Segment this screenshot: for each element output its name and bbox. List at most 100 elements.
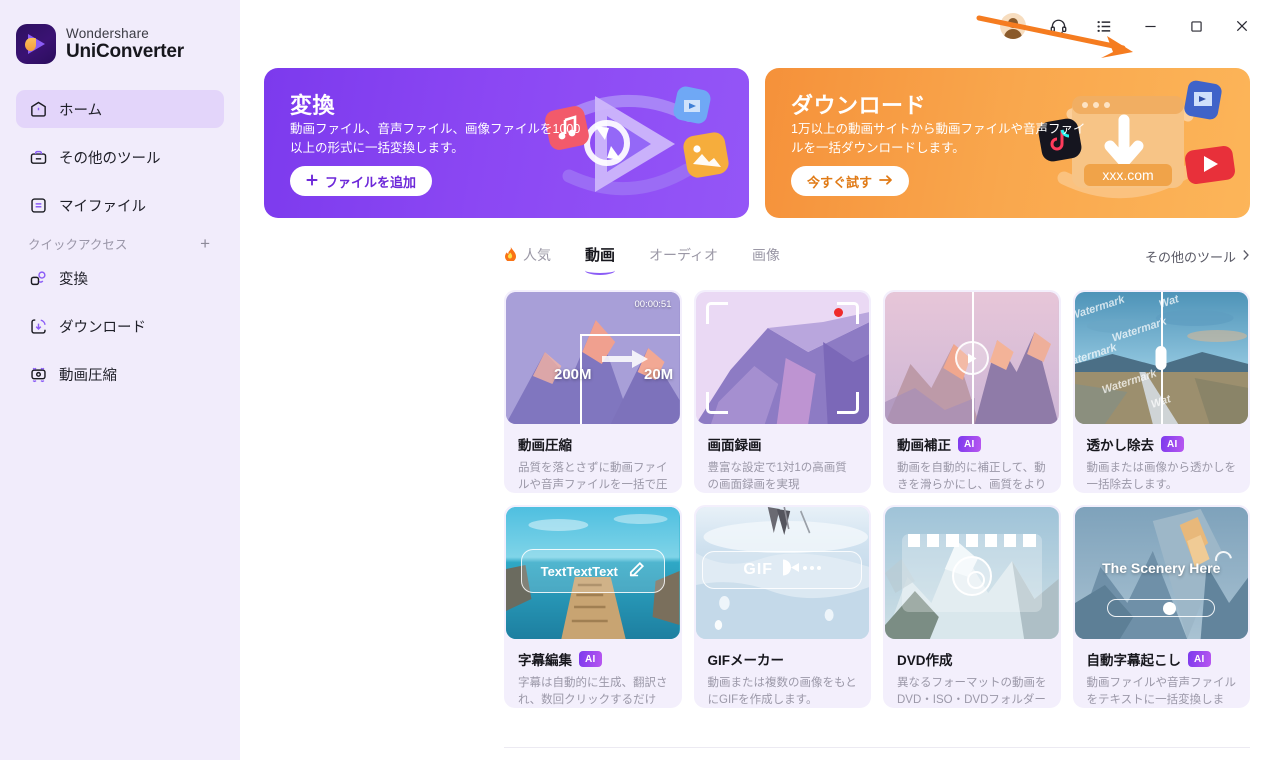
quick-access-add-button[interactable]: + — [200, 235, 210, 252]
tool-card-auto-transcribe[interactable]: The Scenery Here 自動字幕起こし AI 動画ファイルや音声ファイ… — [1072, 505, 1250, 708]
tool-card-video-enhance[interactable]: 動画補正 AI 動画を自動的に補正して、動きを滑らかにし、画質をより鮮明にします… — [883, 290, 1061, 493]
tool-desc: 動画を自動的に補正して、動きを滑らかにし、画質をより鮮明にします。 — [897, 462, 1047, 492]
svg-text:xxx.com: xxx.com — [1102, 167, 1153, 183]
tool-thumbnail — [695, 292, 869, 424]
progress-slider[interactable] — [1107, 599, 1216, 617]
banner-title: 変換 — [290, 93, 336, 118]
ai-badge: AI — [1161, 436, 1184, 452]
more-tools-label: その他のツール — [1144, 249, 1236, 265]
ai-badge: AI — [958, 436, 981, 452]
banner-desc: 1万以上の動画サイトから動画ファイルや音声ファイルを一括ダウンロードします。 — [791, 122, 1086, 156]
tab-popular[interactable]: 人気 — [504, 245, 551, 268]
tab-image[interactable]: 画像 — [752, 245, 780, 268]
tab-audio[interactable]: オーディオ — [649, 245, 718, 268]
sidebar: Wondershare UniConverter ホーム その他のツール マイフ… — [0, 0, 240, 760]
tool-thumbnail — [885, 507, 1059, 639]
tool-card-subtitle-edit[interactable]: TextTextText 字幕編集 AI 字幕は自動的に生成、翻訳され、数回クリ… — [504, 505, 682, 708]
tool-title: 自動字幕起こし AI — [1087, 649, 1237, 669]
try-now-label: 今すぐ試す — [807, 174, 873, 190]
bottom-divider — [504, 747, 1250, 748]
tool-title: 字幕編集 AI — [518, 649, 668, 669]
tools-grid: 00:00:51 200M 20M 動画圧縮 品質を落とさずに動画ファイルや音声… — [504, 290, 1250, 708]
minimize-icon[interactable] — [1136, 12, 1164, 40]
sidebar-item-label: その他のツール — [59, 150, 161, 167]
tool-desc: 動画ファイルや音声ファイルをテキストに一括変換します。 — [1086, 677, 1237, 707]
tool-title: 透かし除去 AI — [1087, 434, 1237, 454]
quick-access-title: クイックアクセス — [28, 238, 128, 252]
sidebar-item-label: ダウンロード — [59, 319, 146, 336]
try-now-button[interactable]: 今すぐ試す — [791, 166, 910, 196]
avatar[interactable] — [1000, 13, 1026, 39]
tool-thumbnail: 00:00:51 200M 20M — [506, 292, 680, 424]
arrow-right-icon — [879, 174, 893, 189]
tab-label: 動画 — [585, 247, 616, 264]
compress-arrow-icon — [602, 350, 648, 368]
size-after-label: 20M — [644, 366, 674, 383]
ai-badge: AI — [579, 651, 602, 667]
subtitle-text: TextTextText — [540, 563, 618, 579]
sidebar-item-compress[interactable]: 動画圧縮 — [16, 355, 224, 393]
ai-badge: AI — [1188, 651, 1211, 667]
tool-thumbnail: TextTextText — [506, 507, 680, 639]
download-icon — [28, 316, 48, 336]
caption-text: The Scenery Here — [1102, 559, 1221, 576]
tool-title: GIFメーカー — [707, 653, 785, 668]
category-tabs: 人気 動画 オーディオ 画像 その他のツール — [504, 236, 1250, 276]
file-list-icon — [28, 195, 48, 215]
tool-card-watermark-remove[interactable]: Watermark Watermark Watermark Watermark … — [1072, 290, 1250, 493]
brand-line1: Wondershare — [66, 25, 149, 41]
pacman-icon — [775, 559, 822, 581]
tool-card-compress[interactable]: 00:00:51 200M 20M 動画圧縮 品質を落とさずに動画ファイルや音声… — [504, 290, 682, 493]
sidebar-item-label: マイファイル — [59, 198, 146, 215]
sidebar-item-my-files[interactable]: マイファイル — [16, 186, 224, 224]
toolbox-icon — [28, 147, 48, 167]
titlebar — [240, 0, 1270, 52]
add-file-label: ファイルを追加 — [325, 174, 417, 190]
compress-icon — [28, 364, 48, 384]
subtitle-pill: TextTextText — [520, 549, 665, 593]
duration-badge: 00:00:51 — [634, 299, 672, 310]
more-tools-link[interactable]: その他のツール — [1145, 247, 1250, 266]
disc-icon — [951, 555, 992, 596]
close-icon[interactable] — [1228, 12, 1256, 40]
brand-line2: UniConverter — [66, 41, 184, 63]
tool-desc: 字幕は自動的に生成、翻訳され、数回クリックするだけで編集と同期ができま... — [518, 677, 668, 707]
chevron-right-icon — [1242, 249, 1250, 264]
headset-icon[interactable] — [1044, 12, 1072, 40]
gif-text: GIF — [743, 561, 774, 578]
tool-title: 動画補正 AI — [897, 434, 1047, 454]
main-content: 変換 動画ファイル、音声ファイル、画像ファイルを1000以上の形式に一括変換しま… — [240, 0, 1270, 760]
record-indicator-icon — [834, 308, 843, 317]
app-logo-icon — [16, 24, 56, 64]
sidebar-nav: ホーム その他のツール マイファイル クイックアクセス + 変換 ダウンロード … — [0, 90, 240, 393]
play-icon — [954, 341, 989, 375]
tool-desc: 品質を落とさずに動画ファイルや音声ファイルを一括で圧縮します。 — [518, 462, 668, 492]
tool-card-gif-maker[interactable]: GIF GIFメーカー 動画または複数の画像をもとにGIFを作成します。 — [693, 505, 871, 708]
tool-card-dvd-burn[interactable]: DVD作成 異なるフォーマットの動画をDVD・ISO・DVDフォルダーに書き込む — [883, 505, 1061, 708]
tool-thumbnail: Watermark Watermark Watermark Watermark … — [1074, 292, 1248, 424]
maximize-icon[interactable] — [1182, 12, 1210, 40]
compare-handle[interactable] — [1155, 346, 1167, 370]
sidebar-item-download[interactable]: ダウンロード — [16, 307, 224, 345]
tool-card-screen-record[interactable]: 画面録画 豊富な設定で1対1の高画質の画面録画を実現 — [693, 290, 871, 493]
sidebar-item-more-tools[interactable]: その他のツール — [16, 138, 224, 176]
sidebar-item-home[interactable]: ホーム — [16, 90, 224, 128]
banner-download[interactable]: xxx.com ダウンロード 1万以上の動画サイトから動画ファイルや音声ファイル… — [765, 68, 1250, 218]
gif-pill: GIF — [702, 551, 863, 589]
tool-desc: 動画または複数の画像をもとにGIFを作成します。 — [707, 677, 857, 707]
tool-desc: 動画または画像から透かしを一括除去します。 — [1086, 462, 1237, 492]
banner-convert[interactable]: 変換 動画ファイル、音声ファイル、画像ファイルを1000以上の形式に一括変換しま… — [264, 68, 749, 218]
sidebar-item-convert[interactable]: 変換 — [16, 259, 224, 297]
quick-access-header: クイックアクセス + — [28, 234, 210, 253]
slider-knob[interactable] — [1163, 602, 1177, 615]
plus-icon — [306, 173, 318, 189]
tool-title: DVD作成 — [897, 653, 953, 668]
tool-thumbnail: GIF — [695, 507, 869, 639]
tool-thumbnail — [885, 292, 1059, 424]
tab-video[interactable]: 動画 — [585, 244, 615, 268]
tool-thumbnail: The Scenery Here — [1074, 507, 1248, 639]
tab-label: オーディオ — [649, 246, 719, 263]
sidebar-item-label: 変換 — [59, 271, 88, 288]
list-menu-icon[interactable] — [1090, 12, 1118, 40]
add-file-button[interactable]: ファイルを追加 — [290, 166, 433, 196]
